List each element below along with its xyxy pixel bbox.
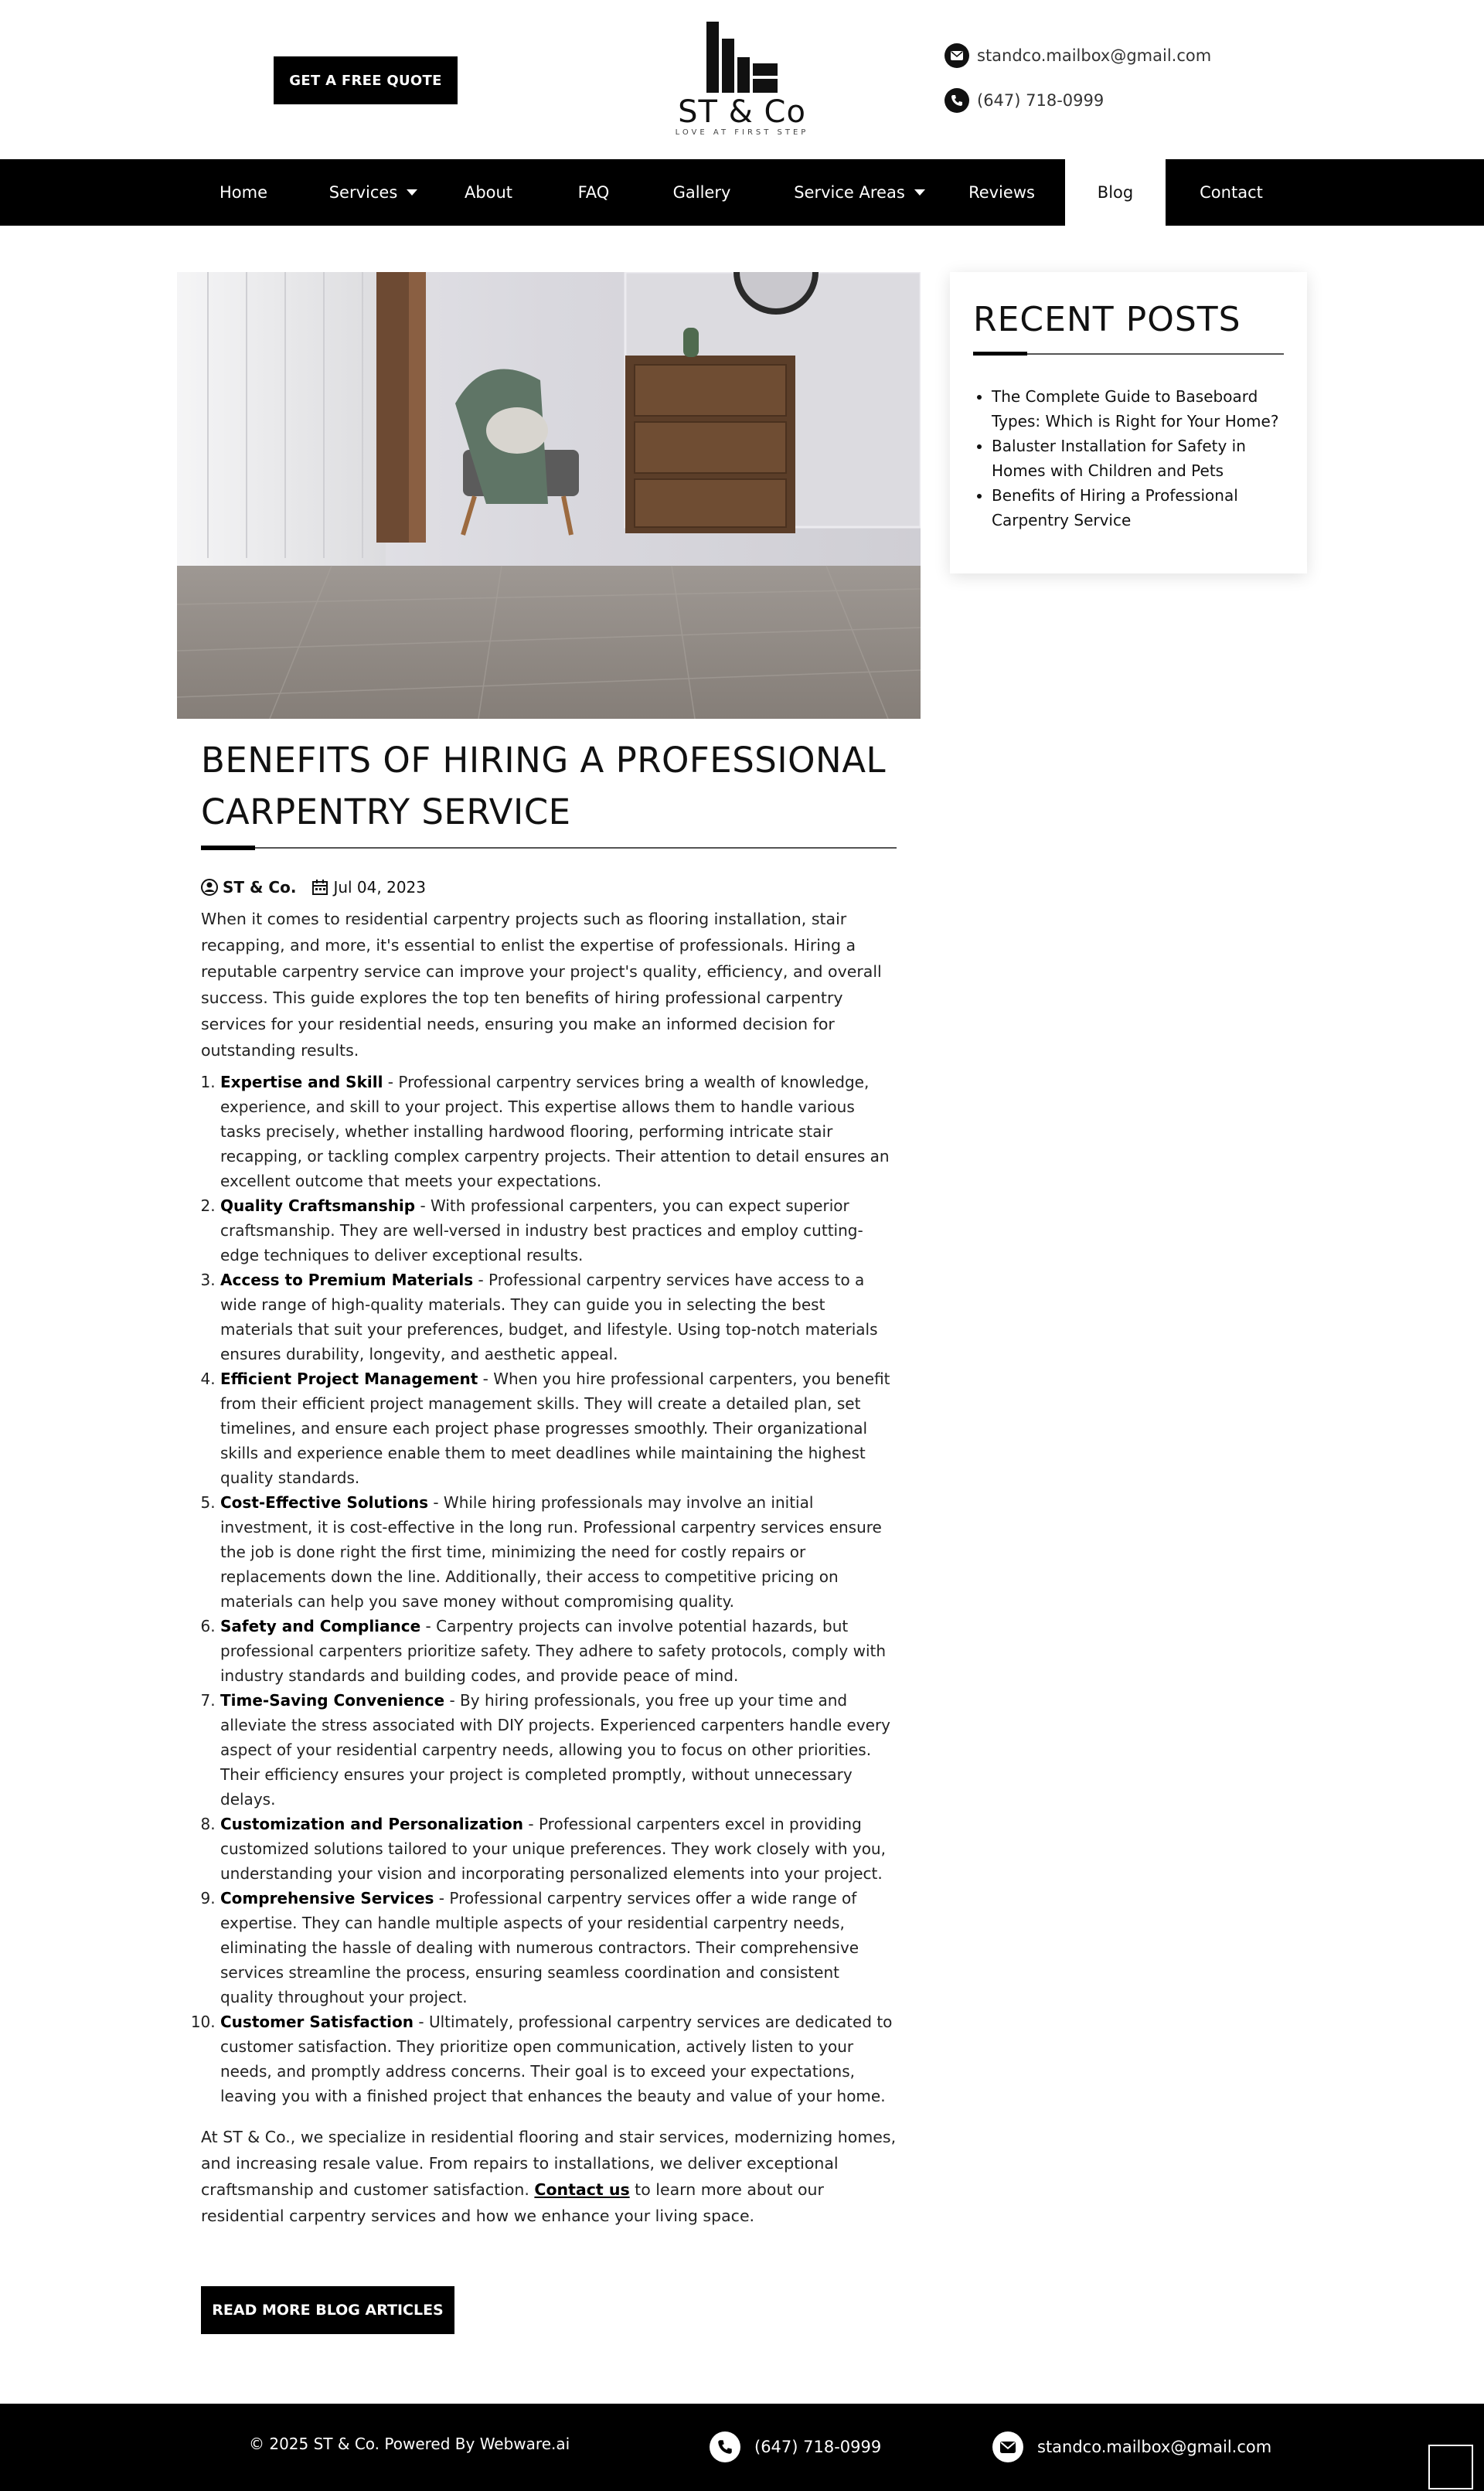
- list-item: Cost-Effective Solutions - While hiring …: [220, 1490, 897, 1614]
- recent-post-link[interactable]: Benefits of Hiring a Professional Carpen…: [992, 483, 1284, 533]
- nav-gallery-label: Gallery: [672, 183, 731, 202]
- benefit-title: Comprehensive Services: [220, 1889, 434, 1907]
- read-more-articles-button[interactable]: READ MORE BLOG ARTICLES: [201, 2286, 454, 2334]
- nav-gallery[interactable]: Gallery: [659, 159, 745, 226]
- article-date-text: Jul 04, 2023: [333, 878, 426, 897]
- list-item: Expertise and Skill - Professional carpe…: [220, 1070, 897, 1193]
- footer-copyright: © 2025 ST & Co. Powered By Webware.ai: [249, 2435, 570, 2453]
- benefit-title: Cost-Effective Solutions: [220, 1493, 428, 1512]
- header-email[interactable]: standco.mailbox@gmail.com: [945, 43, 1211, 68]
- article-hero-image: [177, 272, 921, 719]
- benefit-title: Safety and Compliance: [220, 1617, 421, 1635]
- caret-down-icon: [914, 189, 925, 196]
- nav-home-label: Home: [219, 183, 267, 202]
- nav-service-areas[interactable]: Service Areas: [781, 159, 938, 226]
- nav-service-areas-label: Service Areas: [794, 183, 905, 202]
- list-item: Customization and Personalization - Prof…: [220, 1812, 897, 1886]
- nav-contact-label: Contact: [1200, 183, 1263, 202]
- caret-down-icon: [407, 189, 418, 196]
- recent-post-link[interactable]: The Complete Guide to Baseboard Types: W…: [992, 384, 1284, 434]
- site-header: GET A FREE QUOTE ST & Co LOVE AT FIRST S…: [0, 0, 1484, 159]
- recent-post-link[interactable]: Baluster Installation for Safety in Home…: [992, 434, 1284, 483]
- benefit-title: Time-Saving Convenience: [220, 1691, 445, 1710]
- article-intro: When it comes to residential carpentry p…: [201, 910, 882, 1060]
- benefit-title: Access to Premium Materials: [220, 1271, 474, 1289]
- nav-services-label: Services: [328, 183, 398, 202]
- logo-text: ST & Co: [678, 94, 806, 130]
- free-quote-button[interactable]: GET A FREE QUOTE: [274, 56, 458, 104]
- room-illustration: [177, 272, 921, 719]
- nav-blog[interactable]: Blog: [1065, 159, 1166, 226]
- nav-blog-label: Blog: [1097, 183, 1134, 202]
- nav-faq-label: FAQ: [577, 183, 610, 202]
- title-divider: [201, 846, 897, 850]
- benefit-title: Efficient Project Management: [220, 1370, 478, 1388]
- article-closing: At ST & Co., we specialize in residentia…: [201, 2124, 897, 2229]
- list-item: Time-Saving Convenience - By hiring prof…: [220, 1688, 897, 1812]
- nav-reviews[interactable]: Reviews: [955, 159, 1048, 226]
- recent-posts-list: The Complete Guide to Baseboard Types: W…: [973, 384, 1284, 533]
- nav-about-label: About: [464, 183, 513, 202]
- benefit-title: Customization and Personalization: [220, 1815, 524, 1833]
- footer-email-text: standco.mailbox@gmail.com: [1037, 2438, 1272, 2456]
- article-author: ST & Co.: [201, 878, 296, 897]
- contact-us-link[interactable]: Contact us: [534, 2180, 629, 2199]
- article-content: BENEFITS OF HIRING A PROFESSIONAL CARPEN…: [201, 734, 897, 2229]
- main-nav: Home Services About FAQ Gallery Service …: [0, 159, 1484, 226]
- benefit-title: Expertise and Skill: [220, 1073, 383, 1091]
- site-footer: © 2025 ST & Co. Powered By Webware.ai (6…: [0, 2404, 1484, 2491]
- envelope-icon: [992, 2431, 1023, 2462]
- header-phone-text: (647) 718-0999: [977, 91, 1104, 110]
- list-item: Efficient Project Management - When you …: [220, 1366, 897, 1490]
- footer-email[interactable]: standco.mailbox@gmail.com: [992, 2431, 1271, 2462]
- article-meta: ST & Co. Jul 04, 2023: [201, 878, 897, 897]
- list-item: Access to Premium Materials - Profession…: [220, 1268, 897, 1366]
- nav-about[interactable]: About: [448, 159, 529, 226]
- footer-phone-text: (647) 718-0999: [754, 2438, 882, 2456]
- phone-icon: [945, 88, 969, 113]
- benefit-title: Customer Satisfaction: [220, 2013, 414, 2031]
- list-item: Safety and Compliance - Carpentry projec…: [220, 1614, 897, 1688]
- article-author-name: ST & Co.: [223, 878, 297, 897]
- recent-posts-sidebar: RECENT POSTS The Complete Guide to Baseb…: [950, 272, 1307, 573]
- benefit-title: Quality Craftsmanship: [220, 1196, 416, 1215]
- header-phone[interactable]: (647) 718-0999: [945, 88, 1104, 113]
- logo-bars-icon: [706, 22, 778, 93]
- footer-phone[interactable]: (647) 718-0999: [710, 2431, 881, 2462]
- article-date: Jul 04, 2023: [311, 878, 426, 897]
- user-circle-icon: [201, 879, 218, 896]
- sidebar-divider: [973, 352, 1284, 356]
- site-logo[interactable]: ST & Co LOVE AT FIRST STEP: [657, 19, 827, 142]
- nav-faq[interactable]: FAQ: [563, 159, 625, 226]
- list-item: Quality Craftsmanship - With professiona…: [220, 1193, 897, 1268]
- phone-icon: [710, 2431, 740, 2462]
- nav-home[interactable]: Home: [199, 159, 288, 226]
- nav-services[interactable]: Services: [315, 159, 431, 226]
- benefits-list: Expertise and Skill - Professional carpe…: [201, 1070, 897, 2108]
- calendar-icon: [312, 880, 328, 895]
- header-email-text: standco.mailbox@gmail.com: [977, 46, 1212, 65]
- list-item: Customer Satisfaction - Ultimately, prof…: [220, 2009, 897, 2108]
- envelope-icon: [945, 43, 969, 68]
- list-item: Comprehensive Services - Professional ca…: [220, 1886, 897, 2009]
- scroll-to-top-button[interactable]: [1428, 2445, 1473, 2489]
- article-title: BENEFITS OF HIRING A PROFESSIONAL CARPEN…: [201, 740, 887, 832]
- nav-contact[interactable]: Contact: [1183, 159, 1280, 226]
- nav-reviews-label: Reviews: [968, 183, 1035, 202]
- recent-posts-title: RECENT POSTS: [973, 300, 1241, 339]
- logo-tagline: LOVE AT FIRST STEP: [675, 128, 809, 137]
